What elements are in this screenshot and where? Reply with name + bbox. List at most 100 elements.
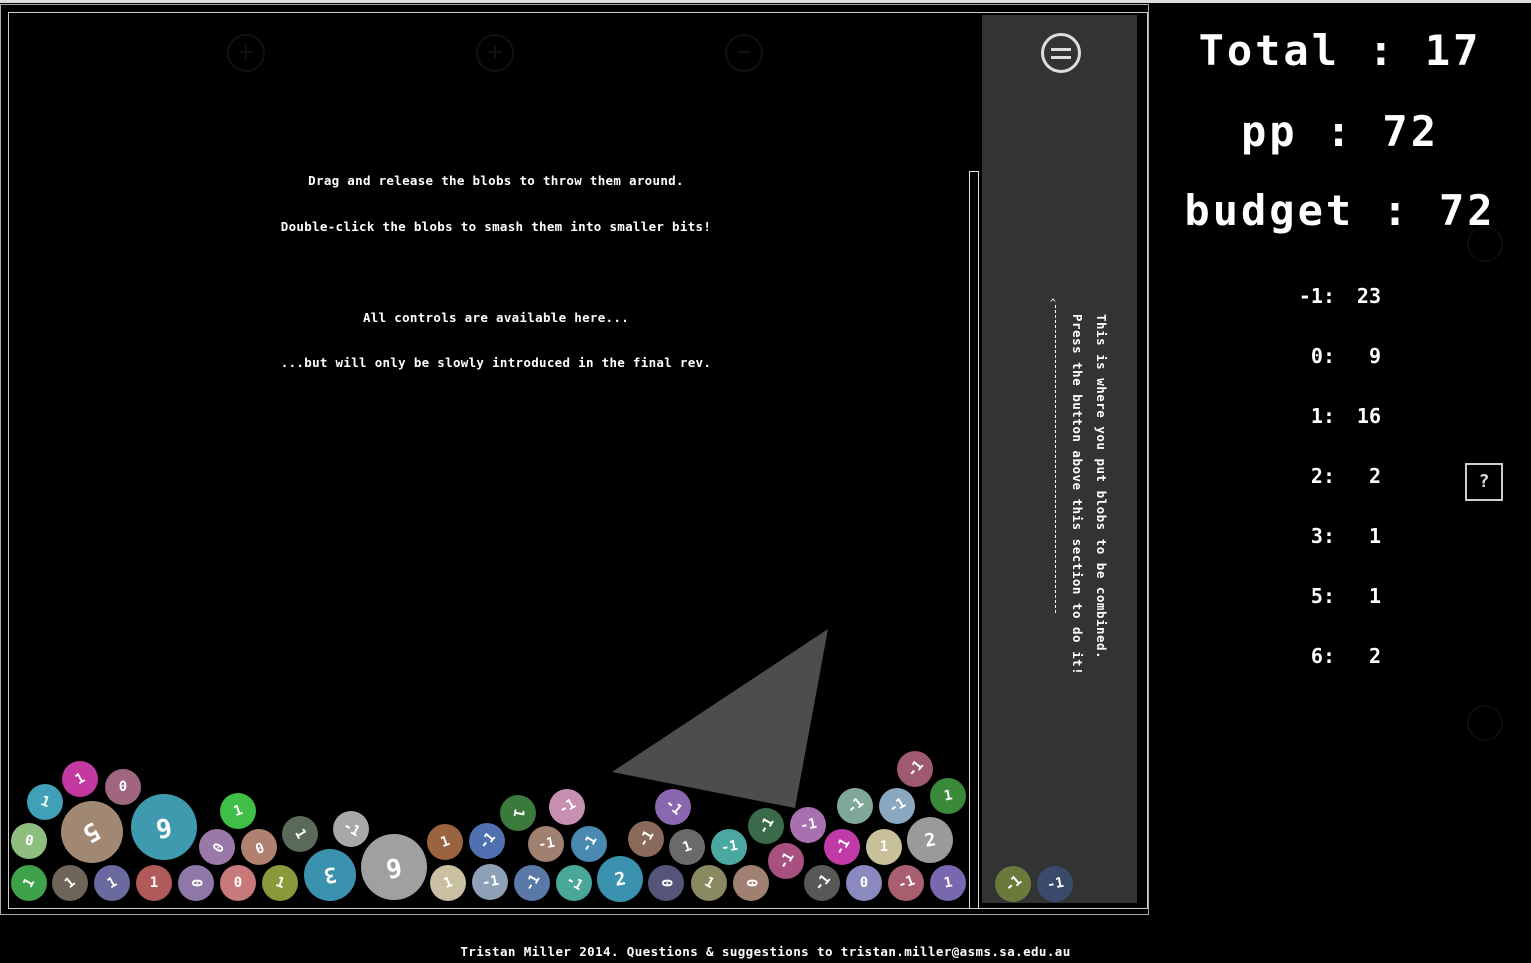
blob[interactable]: 2: [907, 817, 953, 863]
blob[interactable]: -1: [768, 843, 804, 879]
blob[interactable]: 1: [94, 865, 130, 901]
blob-label: 1: [290, 826, 310, 842]
count-value: 2: [1368, 464, 1381, 488]
blob[interactable]: 0: [241, 829, 277, 865]
blob[interactable]: 1: [500, 795, 536, 831]
blob[interactable]: -1: [571, 826, 607, 862]
blob[interactable]: -1: [711, 829, 747, 865]
combine-hint-2: Press the button above this section to d…: [1070, 314, 1085, 676]
blob[interactable]: 5: [61, 801, 123, 863]
blob-label: -1: [634, 827, 658, 851]
blob[interactable]: -1: [1037, 866, 1073, 902]
blob[interactable]: -1: [897, 751, 933, 787]
combine-zone[interactable]: [982, 15, 1137, 903]
count-row: 6: 2: [1290, 646, 1381, 666]
blob-label: 5: [78, 815, 106, 849]
count-key: 0:: [1310, 344, 1335, 368]
blob[interactable]: -1: [528, 826, 564, 862]
count-value: 9: [1368, 344, 1381, 368]
blob[interactable]: 0: [178, 865, 214, 901]
blob[interactable]: -1: [549, 789, 585, 825]
blob-label: 1: [701, 873, 717, 893]
blob-label: 2: [922, 828, 938, 852]
blob[interactable]: 1: [27, 784, 63, 820]
blob[interactable]: -1: [837, 788, 873, 824]
blob-label: -1: [830, 835, 854, 859]
count-value: 1: [1368, 524, 1381, 548]
blob[interactable]: 0: [648, 865, 684, 901]
blob[interactable]: 3: [304, 849, 356, 901]
blob[interactable]: 1: [930, 778, 966, 814]
blob-label: 6: [383, 850, 405, 884]
blob[interactable]: 1: [62, 761, 98, 797]
count-row: 5: 1: [1290, 586, 1381, 606]
blob[interactable]: 0: [220, 865, 256, 901]
blob-label: 1: [273, 874, 287, 892]
blob-label: -1: [480, 872, 500, 892]
blob[interactable]: -1: [748, 808, 784, 844]
blob[interactable]: 1: [282, 816, 318, 852]
blob[interactable]: 0: [846, 865, 882, 901]
blob[interactable]: -1: [888, 865, 924, 901]
blob-label: 1: [438, 833, 452, 851]
blob[interactable]: 6: [131, 794, 197, 860]
blob[interactable]: -1: [333, 811, 369, 847]
arrow-line: [1055, 305, 1056, 613]
blob-label: 1: [61, 874, 79, 892]
blob-label: -1: [798, 815, 818, 835]
hidden-control-ring[interactable]: [1467, 705, 1503, 741]
combine-button[interactable]: [1041, 33, 1081, 73]
blob-label: 6: [153, 810, 175, 844]
blob[interactable]: 1: [430, 865, 466, 901]
blob-label: 0: [118, 779, 128, 795]
blob-label: -1: [774, 849, 798, 873]
blob[interactable]: 1: [136, 865, 172, 901]
blob[interactable]: 1: [930, 865, 966, 901]
blob-label: -1: [555, 795, 579, 819]
blob-label: 0: [658, 878, 674, 888]
blob[interactable]: 1: [669, 829, 705, 865]
blob[interactable]: -1: [469, 823, 505, 859]
blob[interactable]: 2: [597, 856, 643, 902]
blob[interactable]: -1: [804, 865, 840, 901]
help-button[interactable]: ?: [1465, 463, 1503, 501]
count-row: 2: 2: [1290, 466, 1381, 486]
blob-label: -1: [475, 829, 499, 853]
blob[interactable]: -1: [995, 866, 1031, 902]
blob-label: -1: [895, 872, 917, 894]
blob[interactable]: -1: [628, 821, 664, 857]
blob-label: 1: [38, 793, 52, 811]
blob[interactable]: -1: [556, 865, 592, 901]
blob-label: -1: [536, 834, 556, 854]
blob[interactable]: 0: [199, 829, 235, 865]
blob[interactable]: -1: [790, 807, 826, 843]
blob[interactable]: 0: [733, 865, 769, 901]
blob-label: 1: [441, 874, 455, 892]
hidden-control-ring[interactable]: [1467, 226, 1503, 262]
blob[interactable]: 0: [105, 769, 141, 805]
blob[interactable]: -1: [514, 865, 550, 901]
count-value: 1: [1368, 584, 1381, 608]
blob[interactable]: -1: [824, 829, 860, 865]
blob[interactable]: -1: [879, 788, 915, 824]
blob[interactable]: 1: [427, 824, 463, 860]
blob[interactable]: 1: [52, 865, 88, 901]
blob[interactable]: 1: [866, 829, 902, 865]
count-key: 3:: [1310, 524, 1335, 548]
blob-label: -1: [562, 871, 586, 895]
blob[interactable]: 1: [11, 865, 47, 901]
blob-label: 0: [188, 878, 204, 888]
blob[interactable]: -1: [472, 864, 508, 900]
count-value: 16: [1356, 404, 1381, 428]
blob-label: 1: [680, 838, 694, 856]
blob[interactable]: 1: [262, 865, 298, 901]
blob[interactable]: -1: [655, 789, 691, 825]
blob-label: 1: [104, 873, 120, 893]
blob-label: 1: [72, 769, 88, 789]
blob[interactable]: 1: [220, 793, 256, 829]
blob[interactable]: 1: [691, 865, 727, 901]
blob-label: -1: [577, 832, 601, 856]
blob-label: -1: [810, 871, 834, 895]
blob[interactable]: 6: [361, 834, 427, 900]
blob[interactable]: 0: [11, 823, 47, 859]
